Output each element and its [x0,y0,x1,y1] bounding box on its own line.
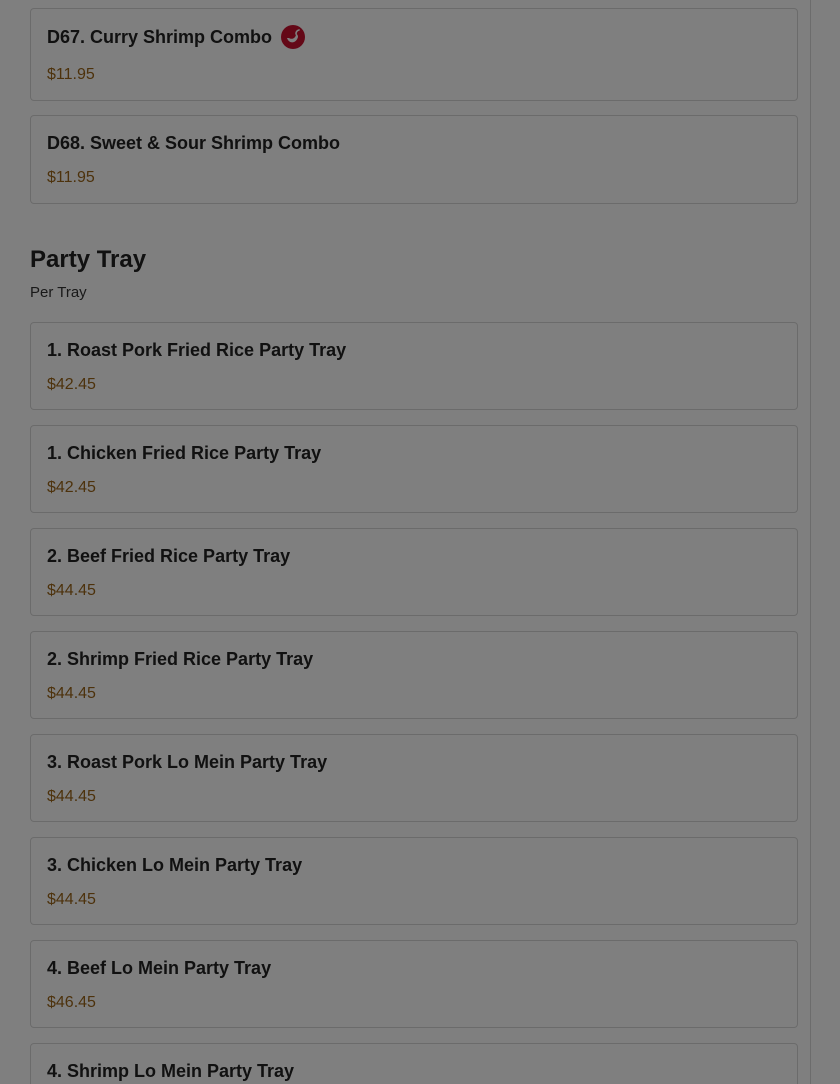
modal-backdrop[interactable] [0,0,840,1084]
